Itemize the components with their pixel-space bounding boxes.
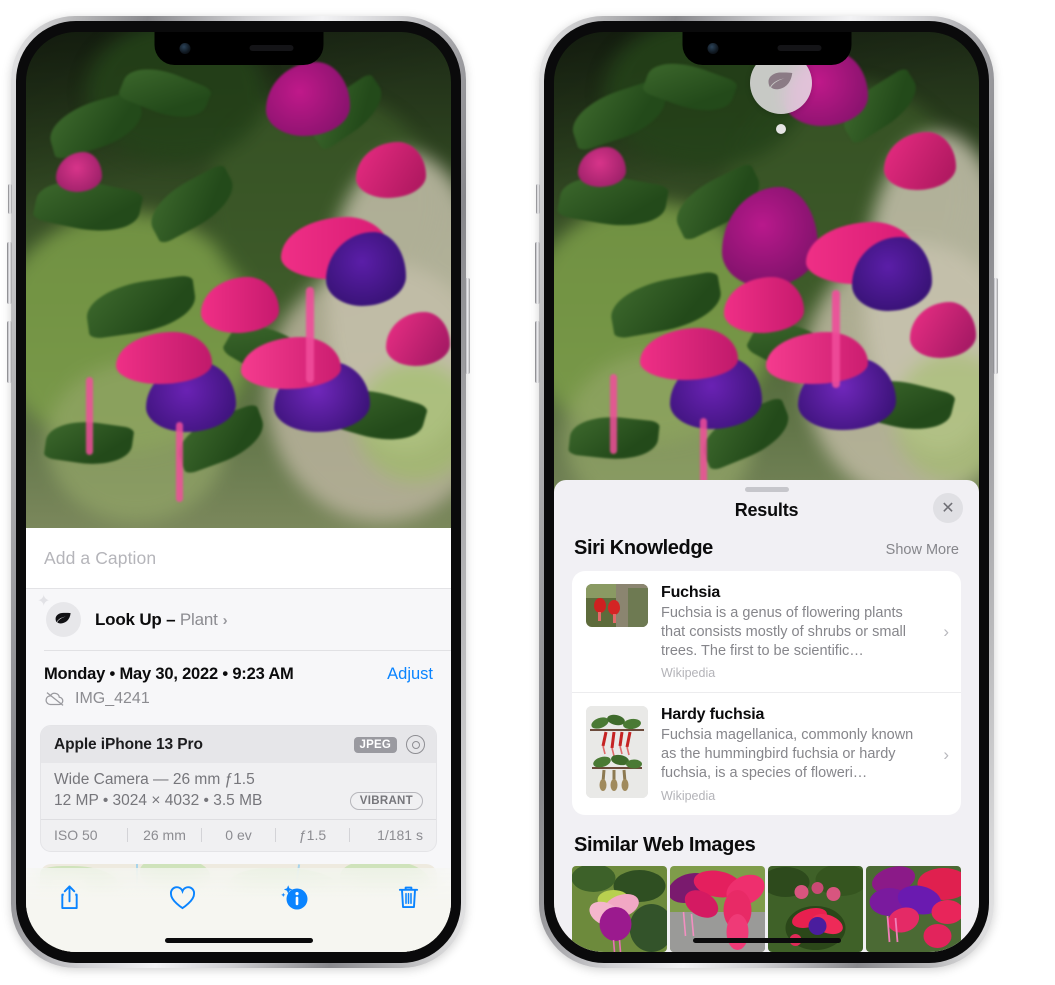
exif-header: Apple iPhone 13 Pro JPEG: [41, 726, 436, 763]
exif-stat-ev: 0 ev: [225, 827, 252, 843]
aperture-icon[interactable]: [406, 735, 425, 754]
show-more-button[interactable]: Show More: [886, 542, 959, 558]
siri-knowledge-header: Siri Knowledge Show More: [554, 537, 979, 571]
exif-stats: ISO 50 26 mm 0 ev ƒ1.5 1/181 s: [41, 819, 436, 851]
cloud-slash-icon: [45, 692, 64, 706]
front-camera-icon: [179, 43, 190, 54]
results-header: Results ✕: [554, 492, 979, 537]
volume-up-button[interactable]: [7, 242, 12, 304]
knowledge-source: Wikipedia: [661, 789, 716, 803]
device-screen-right: Results ✕ Siri Knowledge Show More Fuchs…: [554, 32, 979, 952]
chevron-right-icon: ›: [943, 744, 949, 764]
look-up-badge: ✦: [37, 594, 81, 637]
knowledge-title: Fuchsia: [661, 583, 721, 601]
sparkle-icon: ✦: [37, 593, 51, 610]
photo-filename: IMG_4241: [75, 690, 150, 707]
photo-date: Monday • May 30, 2022 • 9:23 AM: [44, 665, 294, 683]
chevron-right-icon: ›: [222, 611, 228, 629]
format-badge: JPEG: [353, 736, 397, 753]
knowledge-description: Fuchsia is a genus of flowering plants t…: [661, 604, 906, 659]
look-up-row[interactable]: ✦ Look Up – Plant ›: [26, 589, 451, 650]
look-up-title: Look Up: [95, 609, 162, 629]
share-button[interactable]: [52, 880, 86, 914]
siri-knowledge-list: Fuchsia Fuchsia is a genus of flowering …: [572, 570, 961, 815]
exif-size: 12 MP • 3024 × 4032 • 3.5 MB: [54, 792, 263, 809]
leaf-icon: [55, 612, 71, 624]
device-notch: [154, 32, 323, 65]
exif-body: Wide Camera — 26 mm ƒ1.5 12 MP • 3024 × …: [41, 763, 436, 819]
exif-stat-focal: 26 mm: [143, 827, 186, 843]
delete-button[interactable]: [391, 880, 425, 914]
list-item[interactable]: Hardy fuchsia Fuchsia magellanica, commo…: [572, 692, 961, 815]
favorite-button[interactable]: [165, 880, 199, 914]
info-button[interactable]: [278, 880, 312, 914]
earpiece-speaker-icon: [777, 45, 821, 51]
exif-lens: Wide Camera — 26 mm ƒ1.5: [54, 771, 255, 788]
knowledge-description: Fuchsia magellanica, commonly known as t…: [661, 727, 914, 782]
earpiece-speaker-icon: [249, 45, 293, 51]
power-button[interactable]: [993, 278, 998, 374]
web-image-thumbnail[interactable]: [572, 866, 667, 952]
mute-switch[interactable]: [8, 184, 12, 214]
volume-down-button[interactable]: [7, 321, 12, 383]
knowledge-source: Wikipedia: [661, 666, 716, 681]
knowledge-thumbnail: [586, 706, 648, 799]
section-title: Siri Knowledge: [574, 536, 713, 559]
device-screen-left: Add a Caption ✦ Look Up – Plant › Monday…: [26, 32, 451, 952]
section-title: Similar Web Images: [574, 834, 756, 856]
knowledge-title: Hardy fuchsia: [661, 706, 765, 724]
similar-web-images-header: Similar Web Images: [554, 815, 979, 866]
caption-input[interactable]: Add a Caption: [26, 528, 451, 589]
adjust-button[interactable]: Adjust: [387, 665, 433, 684]
power-button[interactable]: [465, 278, 470, 374]
mute-switch[interactable]: [536, 184, 540, 214]
look-up-dash: –: [161, 609, 180, 629]
exif-stat-shutter: 1/181 s: [377, 827, 423, 843]
knowledge-thumbnail: [586, 583, 648, 627]
look-up-label: Look Up – Plant ›: [95, 609, 228, 630]
home-indicator[interactable]: [692, 938, 841, 943]
list-item[interactable]: Fuchsia Fuchsia is a genus of flowering …: [572, 571, 961, 693]
iphone-device-left: Add a Caption ✦ Look Up – Plant › Monday…: [7, 16, 470, 968]
look-up-subject: Plant: [179, 609, 218, 629]
volume-down-button[interactable]: [535, 321, 540, 383]
exif-card[interactable]: Apple iPhone 13 Pro JPEG Wide Camera — 2…: [40, 725, 437, 852]
profile-badge: VIBRANT: [349, 792, 423, 810]
chevron-right-icon: ›: [943, 622, 949, 642]
volume-up-button[interactable]: [535, 242, 540, 304]
screenshot-stage: Add a Caption ✦ Look Up – Plant › Monday…: [0, 0, 1055, 985]
results-title: Results: [734, 499, 799, 520]
exif-stat-aperture: ƒ1.5: [298, 827, 327, 843]
device-notch: [682, 32, 851, 65]
photo-filename-row: IMG_4241: [44, 690, 433, 708]
web-image-thumbnail[interactable]: [866, 866, 961, 952]
exif-device: Apple iPhone 13 Pro: [54, 735, 203, 753]
exif-stat-iso: ISO 50: [54, 827, 98, 843]
device-bezel: Results ✕ Siri Knowledge Show More Fuchs…: [544, 21, 989, 963]
close-icon[interactable]: ✕: [933, 492, 963, 523]
photo-metadata: Monday • May 30, 2022 • 9:23 AM Adjust I…: [26, 651, 451, 718]
leaf-icon: [768, 72, 793, 90]
home-indicator[interactable]: [164, 938, 313, 943]
front-camera-icon: [707, 43, 718, 54]
device-bezel: Add a Caption ✦ Look Up – Plant › Monday…: [16, 21, 461, 963]
visual-lookup-anchor-dot: [776, 124, 786, 134]
iphone-device-right: Results ✕ Siri Knowledge Show More Fuchs…: [535, 16, 998, 968]
results-sheet: Results ✕ Siri Knowledge Show More Fuchs…: [554, 479, 979, 952]
